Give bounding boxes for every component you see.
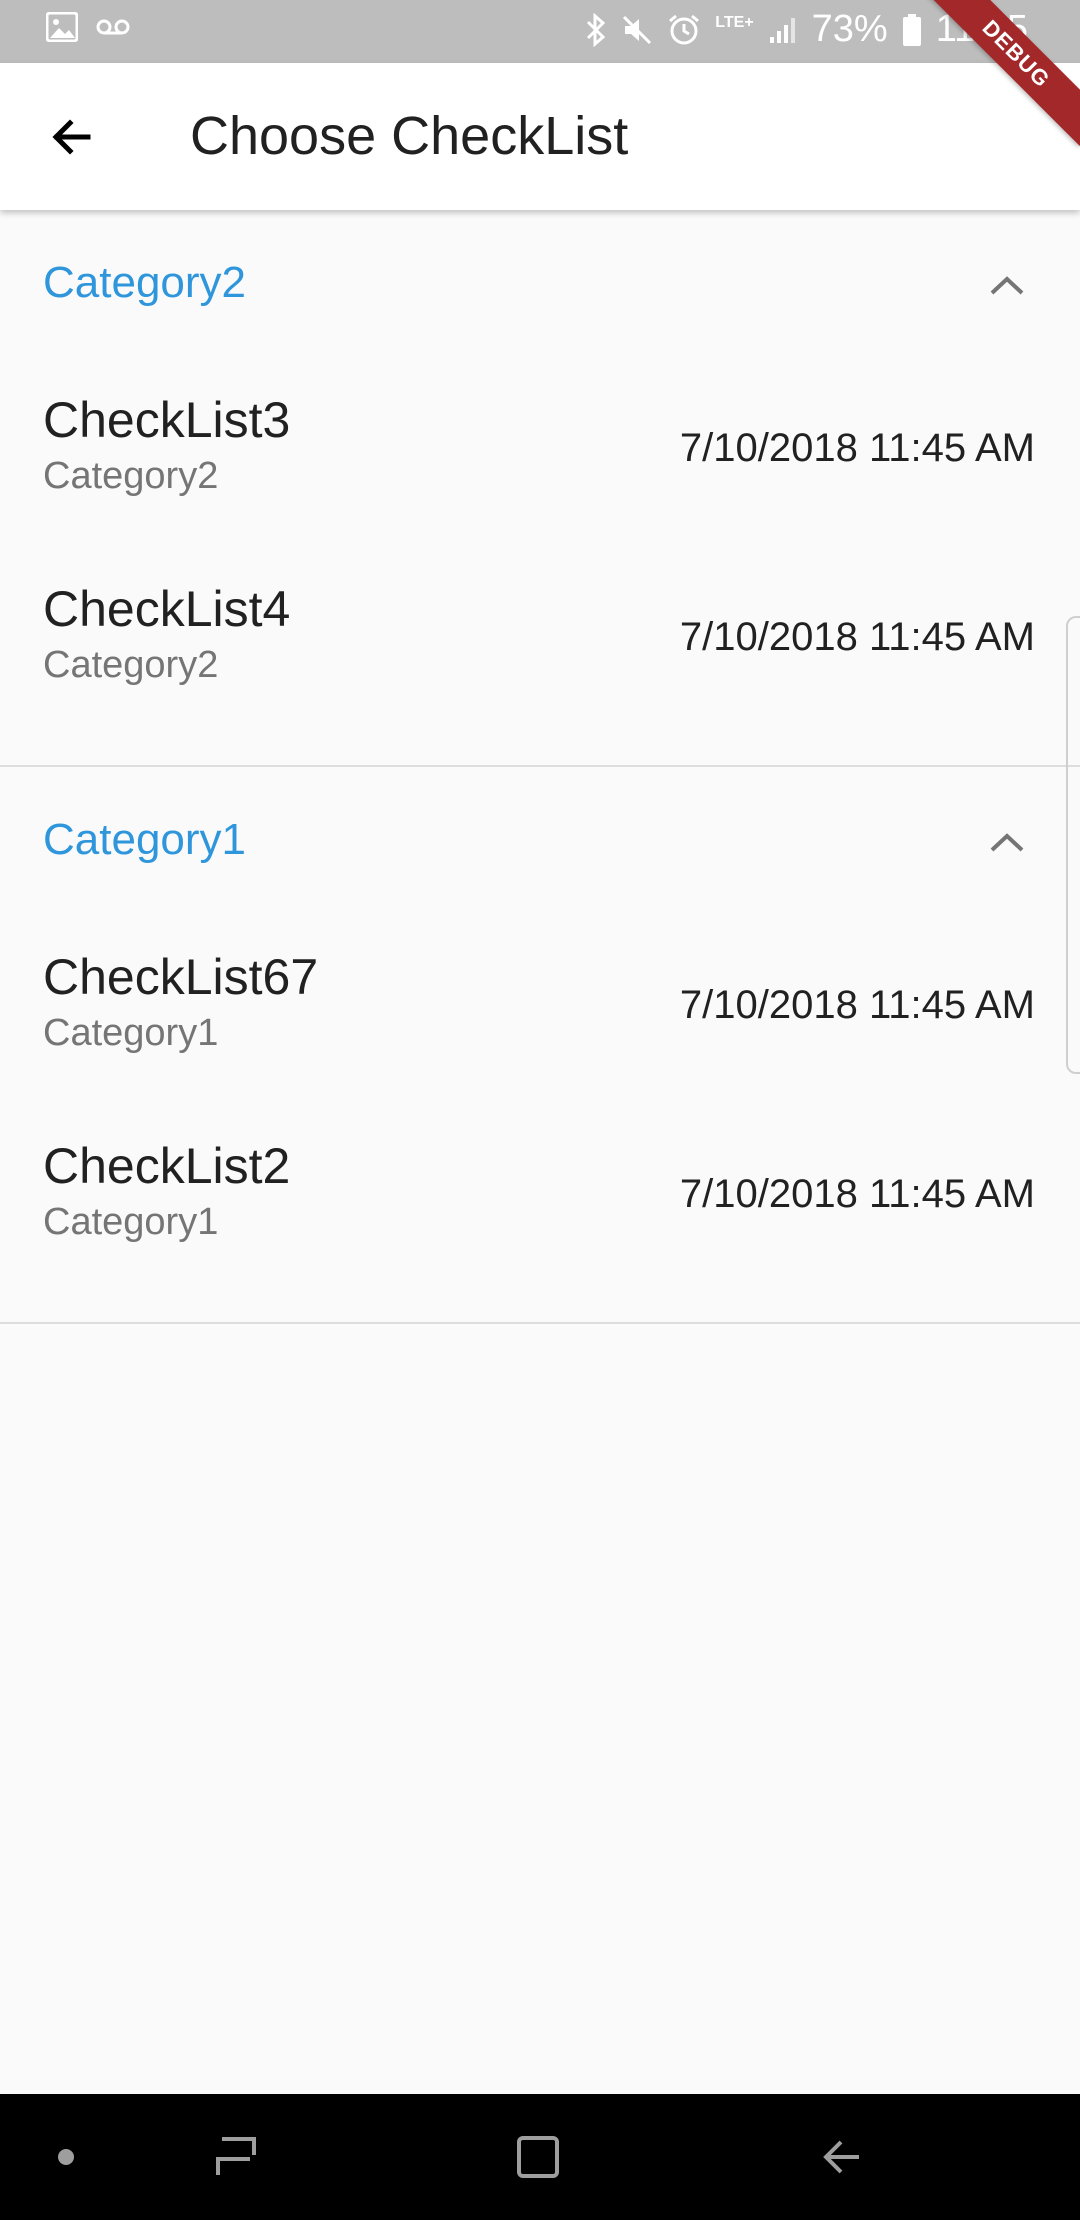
signal-icon — [768, 15, 798, 45]
back-nav-icon[interactable] — [812, 2127, 872, 2187]
chevron-up-icon[interactable] — [982, 260, 1032, 310]
checklist-list: Category2 CheckList3 Category2 7/10/2018… — [0, 210, 1080, 1324]
checklist-date: 7/10/2018 11:45 AM — [679, 615, 1035, 659]
category-title: Category2 — [43, 258, 247, 307]
status-left — [46, 12, 130, 42]
category-header[interactable]: Category2 — [0, 210, 1080, 360]
list-item[interactable]: CheckList4 Category2 7/10/2018 11:45 AM — [0, 549, 1080, 738]
bluetooth-icon — [585, 12, 607, 47]
voicemail-icon — [96, 18, 130, 36]
network-type: LTE+ — [715, 13, 754, 31]
status-bar: LTE+ 73% 11:45 — [0, 0, 1080, 63]
checklist-date: 7/10/2018 11:45 AM — [679, 983, 1035, 1027]
checklist-title: CheckList2 — [43, 1138, 291, 1194]
dot-icon[interactable] — [36, 2127, 96, 2187]
arrow-back-icon — [52, 119, 91, 155]
alarm-icon — [667, 13, 701, 47]
checklist-date: 7/10/2018 11:45 AM — [679, 1172, 1035, 1216]
app-bar: Choose CheckList — [0, 63, 1080, 210]
category-title: Category1 — [43, 815, 247, 864]
back-button[interactable] — [40, 105, 104, 169]
category-section: Category1 CheckList67 Category1 7/10/201… — [0, 767, 1080, 1324]
chevron-up-icon[interactable] — [982, 817, 1032, 867]
checklist-category: Category1 — [43, 1012, 219, 1054]
gallery-icon — [46, 12, 78, 42]
battery-percent: 73% — [811, 8, 888, 50]
checklist-category: Category1 — [43, 1201, 219, 1243]
system-nav-bar — [0, 2094, 1080, 2220]
checklist-date: 7/10/2018 11:45 AM — [679, 426, 1035, 470]
checklist-title: CheckList67 — [43, 949, 319, 1005]
checklist-category: Category2 — [43, 455, 219, 497]
scroll-edge-indicator — [1066, 616, 1080, 1074]
mute-icon — [621, 14, 653, 46]
list-item[interactable]: CheckList3 Category2 7/10/2018 11:45 AM — [0, 360, 1080, 549]
list-item[interactable]: CheckList2 Category1 7/10/2018 11:45 AM — [0, 1106, 1080, 1295]
page-title: Choose CheckList — [190, 106, 629, 166]
home-icon[interactable] — [508, 2127, 568, 2187]
checklist-category: Category2 — [43, 644, 219, 686]
recents-icon[interactable] — [206, 2127, 266, 2187]
battery-icon — [902, 13, 922, 47]
checklist-title: CheckList3 — [43, 392, 291, 448]
category-header[interactable]: Category1 — [0, 767, 1080, 917]
category-section: Category2 CheckList3 Category2 7/10/2018… — [0, 210, 1080, 767]
checklist-title: CheckList4 — [43, 581, 291, 637]
list-item[interactable]: CheckList67 Category1 7/10/2018 11:45 AM — [0, 917, 1080, 1106]
